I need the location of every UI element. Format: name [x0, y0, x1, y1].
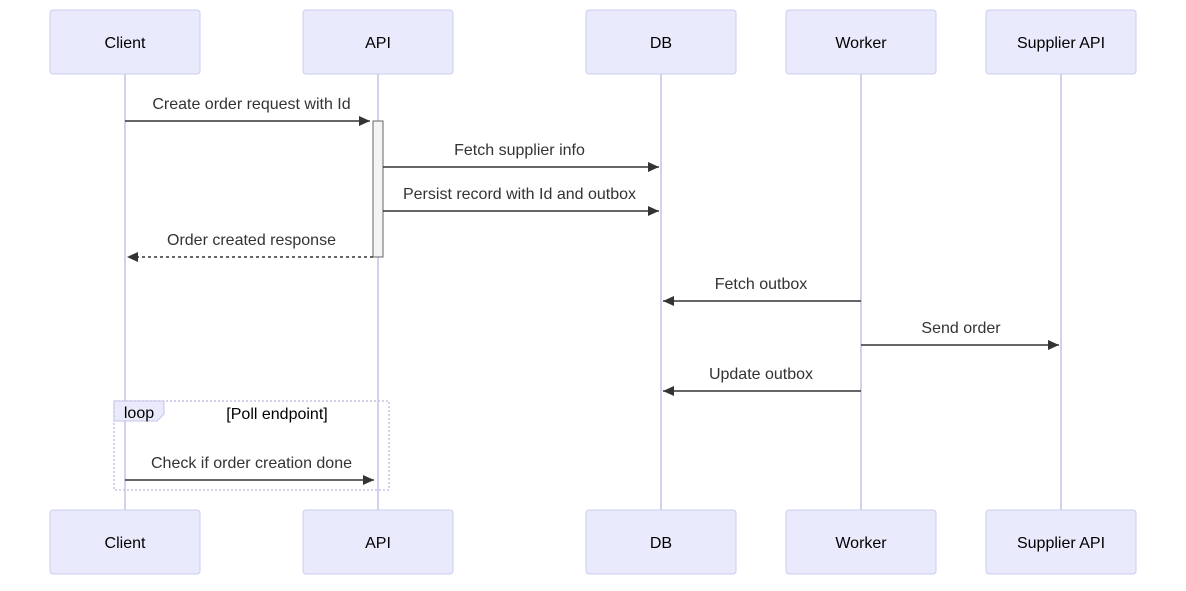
actor-api-bottom[interactable]: API	[302, 509, 454, 575]
actor-label: Worker	[835, 35, 887, 52]
api-activation-bar	[372, 120, 384, 258]
actor-worker-bottom[interactable]: Worker	[785, 509, 937, 575]
message-7: Update outbox	[663, 366, 861, 396]
message-label: Order created response	[167, 232, 336, 249]
actor-label: DB	[650, 535, 672, 552]
loop-label: loop	[124, 405, 154, 422]
actor-label: Client	[105, 35, 146, 52]
message-label: Persist record with Id and outbox	[403, 186, 636, 203]
actor-api-top[interactable]: API	[302, 9, 454, 75]
message-label: Check if order creation done	[151, 455, 352, 472]
message-8: Check if order creation done	[125, 455, 374, 485]
actor-worker-top[interactable]: Worker	[785, 9, 937, 75]
loop-condition: [Poll endpoint]	[226, 406, 327, 423]
actor-label: DB	[650, 35, 672, 52]
message-3: Persist record with Id and outbox	[383, 186, 659, 216]
message-label: Update outbox	[709, 366, 813, 383]
message-6: Send order	[861, 320, 1059, 350]
actor-label: API	[365, 35, 391, 52]
message-label: Fetch supplier info	[454, 142, 585, 159]
actor-label: Supplier API	[1017, 535, 1105, 552]
sequence-diagram: loop [Poll endpoint] Create order request…	[49, 9, 1137, 575]
message-label: Send order	[921, 320, 1001, 337]
message-5: Fetch outbox	[663, 276, 861, 306]
message-label: Create order request with Id	[152, 96, 350, 113]
message-4: Order created response	[127, 232, 373, 262]
message-1: Create order request with Id	[125, 96, 370, 126]
actor-label: Worker	[835, 535, 887, 552]
actor-label: Client	[105, 535, 146, 552]
actor-label: Supplier API	[1017, 35, 1105, 52]
actor-label: API	[365, 535, 391, 552]
actor-supplier-api-top[interactable]: Supplier API	[985, 9, 1137, 75]
message-2: Fetch supplier info	[383, 142, 659, 172]
actor-client-top[interactable]: Client	[49, 9, 201, 75]
loop-frame: loop [Poll endpoint]	[113, 400, 390, 491]
message-label: Fetch outbox	[715, 276, 808, 293]
actor-db-bottom[interactable]: DB	[585, 509, 737, 575]
actor-supplier-api-bottom[interactable]: Supplier API	[985, 509, 1137, 575]
actor-db-top[interactable]: DB	[585, 9, 737, 75]
actor-client-bottom[interactable]: Client	[49, 509, 201, 575]
